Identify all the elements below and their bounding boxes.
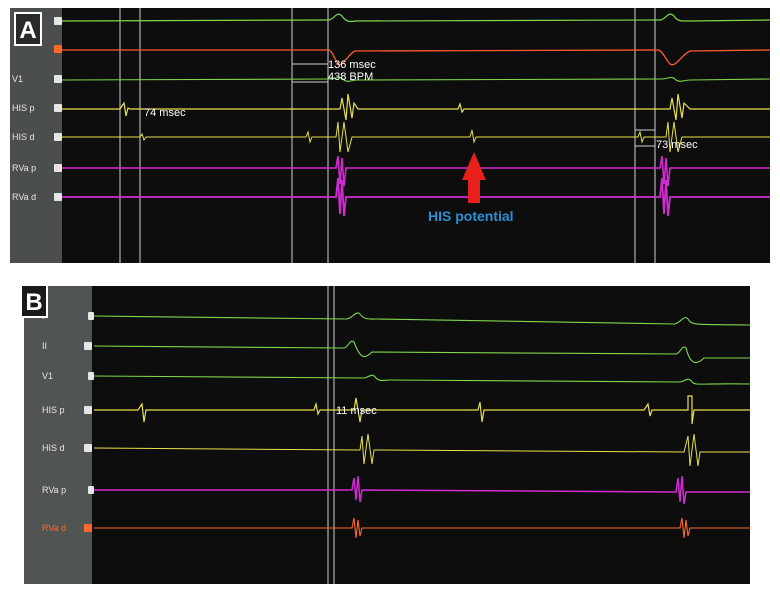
caliper-box: [634, 129, 656, 147]
annotation-interval-top: 136 msec: [328, 59, 376, 71]
red-arrow-icon: [462, 152, 486, 203]
panel-a-traces: 136 msec 438 BPM 74 msec 73 msec: [61, 8, 770, 263]
panel-b-traces: 11 msec: [93, 286, 750, 584]
panel-b-letter: B: [20, 284, 48, 318]
trace-v1: [61, 76, 770, 82]
panel-a-letter: A: [14, 12, 42, 46]
trace-his-d: [93, 433, 750, 467]
trace-rva-p: [62, 155, 770, 187]
trace-ch1: [61, 13, 770, 23]
trace-i: [93, 312, 750, 326]
his-potential-callout: HIS potential: [428, 208, 514, 224]
annotation-his-interval: 11 msec: [336, 405, 377, 417]
annotation-his-left: 74 msec: [144, 107, 186, 119]
trace-his-p: [94, 395, 750, 425]
trace-rva-d: [94, 517, 750, 539]
trace-ch2: [62, 49, 770, 66]
annotation-his-right: 73 msec: [656, 139, 698, 151]
panel-b: I II V1 HIS p HIS d RVa p RVa d 11 msec: [24, 286, 750, 584]
panel-a: V1 HIS p HIS d RVa p RVa d 136 msec 438 …: [10, 8, 770, 263]
annotation-rate: 438 BPM: [328, 71, 373, 83]
trace-ii: [93, 340, 750, 364]
trace-rva-p: [94, 475, 750, 505]
trace-v1: [93, 374, 750, 385]
